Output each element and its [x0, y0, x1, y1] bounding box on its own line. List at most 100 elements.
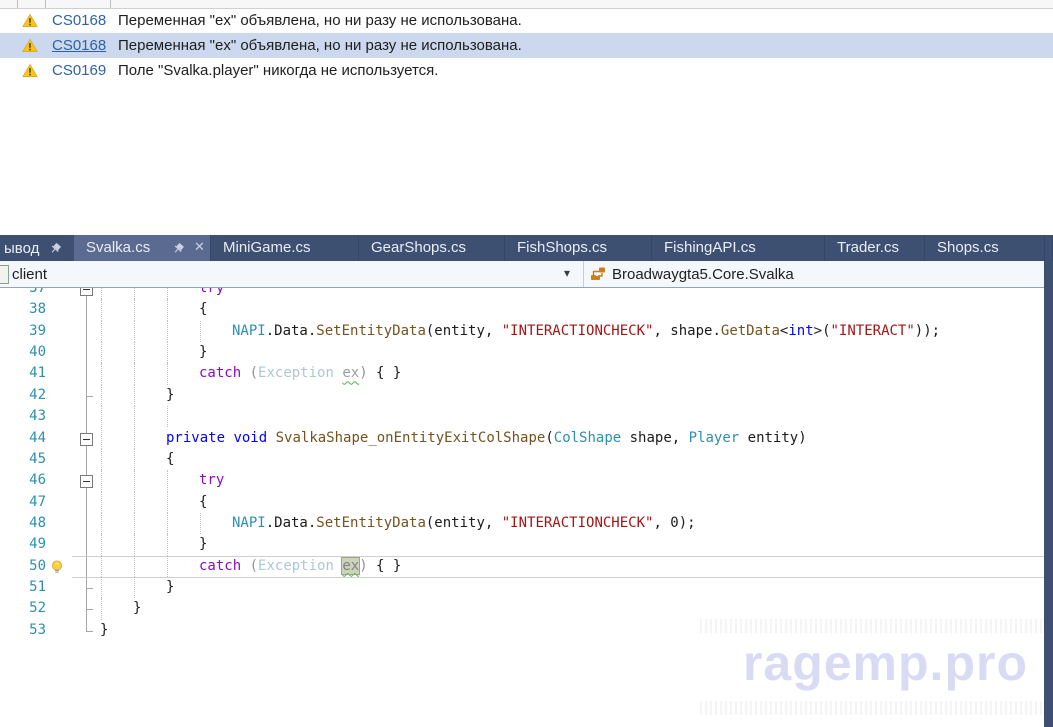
- indent-guide: [167, 299, 168, 320]
- indent-guide: [101, 449, 102, 470]
- indent-guide: [101, 406, 102, 427]
- error-code-link[interactable]: CS0168: [52, 12, 106, 29]
- code-line[interactable]: {: [0, 299, 1044, 320]
- indent-guide: [101, 363, 102, 384]
- indent-guide: [134, 342, 135, 363]
- code-line[interactable]: }: [0, 385, 1044, 406]
- indent-guide: [167, 492, 168, 513]
- tab-label: FishShops.cs: [517, 239, 607, 256]
- document-tab[interactable]: Trader.cs: [825, 235, 925, 261]
- class-icon: [590, 266, 606, 282]
- indent-guide: [134, 449, 135, 470]
- document-tab[interactable]: MiniGame.cs: [211, 235, 359, 261]
- tab-label: MiniGame.cs: [223, 239, 311, 256]
- code-token: try: [199, 288, 224, 296]
- warning-triangle-icon: [22, 63, 38, 78]
- code-token: , shape.: [653, 323, 720, 339]
- code-text: try: [199, 470, 224, 491]
- code-token: "INTERACT": [831, 323, 915, 339]
- code-line[interactable]: catch (Exception ex) { }: [0, 556, 1044, 577]
- tab-label: Shops.cs: [937, 239, 999, 256]
- error-code-link[interactable]: CS0169: [52, 62, 106, 79]
- document-tab[interactable]: FishShops.cs: [505, 235, 652, 261]
- code-token: SvalkaShape_onEntityExitColShape: [276, 430, 546, 446]
- indent-guide: [134, 288, 135, 299]
- indent-guide: [101, 492, 102, 513]
- code-line[interactable]: }: [0, 577, 1044, 598]
- code-line[interactable]: NAPI.Data.SetEntityData(entity, "INTERAC…: [0, 321, 1044, 342]
- error-row[interactable]: CS0169 Поле "Svalka.player" никогда не ис…: [0, 58, 1053, 83]
- code-token: ex: [342, 558, 359, 574]
- indent-guide: [101, 513, 102, 534]
- indent-guide: [101, 534, 102, 555]
- code-line[interactable]: }: [0, 342, 1044, 363]
- document-tab[interactable]: Shops.cs: [925, 235, 1045, 261]
- code-token: private: [166, 430, 225, 446]
- code-line[interactable]: try: [0, 470, 1044, 491]
- code-line[interactable]: {: [0, 449, 1044, 470]
- code-text: }: [199, 342, 207, 363]
- code-token: ex: [342, 365, 359, 381]
- ide-background-strip: [1044, 261, 1053, 727]
- code-line[interactable]: NAPI.Data.SetEntityData(entity, "INTERAC…: [0, 513, 1044, 534]
- code-text: try: [199, 288, 224, 299]
- code-token: ));: [915, 323, 940, 339]
- code-token: }: [166, 579, 174, 595]
- code-line[interactable]: }: [0, 598, 1044, 619]
- code-token: .Data.: [266, 323, 317, 339]
- code-text: catch (Exception ex) { }: [199, 556, 401, 577]
- document-tab[interactable]: GearShops.cs: [359, 235, 505, 261]
- document-tab[interactable]: S: [1045, 235, 1053, 261]
- error-row[interactable]: CS0168Переменная "ex" объявлена, но ни р…: [0, 33, 1053, 58]
- code-line[interactable]: [0, 406, 1044, 427]
- indent-guide: [101, 598, 102, 619]
- code-line[interactable]: private void SvalkaShape_onEntityExitCol…: [0, 428, 1044, 449]
- column-separator: [110, 0, 111, 8]
- project-icon: [0, 265, 9, 284]
- close-icon[interactable]: ✕: [194, 239, 205, 255]
- code-editor[interactable]: ragemp.pro 37try38{39NAPI.Data.SetEntity…: [0, 288, 1044, 727]
- code-text: catch (Exception ex) { }: [199, 363, 401, 384]
- code-line[interactable]: catch (Exception ex) { }: [0, 363, 1044, 384]
- tab-label: GearShops.cs: [371, 239, 466, 256]
- code-token: shape,: [621, 430, 688, 446]
- code-token: NAPI: [232, 323, 266, 339]
- indent-guide: [101, 299, 102, 320]
- code-line[interactable]: try: [0, 288, 1044, 299]
- code-token: }: [199, 344, 207, 360]
- indent-guide: [101, 470, 102, 491]
- code-line[interactable]: }: [0, 620, 1044, 641]
- code-line[interactable]: {: [0, 492, 1044, 513]
- indent-guide: [134, 299, 135, 320]
- code-line[interactable]: }: [0, 534, 1044, 555]
- document-tab[interactable]: Svalka.cs✕: [74, 235, 211, 261]
- error-row[interactable]: CS0168 Переменная "ex" объявлена, но ни р…: [0, 8, 1053, 33]
- chevron-down-icon[interactable]: ▾: [564, 266, 570, 280]
- error-description: Переменная "ex" объявлена, но ни разу не…: [118, 12, 522, 29]
- tab-output-window[interactable]: ывод: [0, 235, 62, 261]
- indent-guide: [134, 363, 135, 384]
- indent-guide: [167, 342, 168, 363]
- code-token: int: [788, 323, 813, 339]
- pin-icon[interactable]: [172, 242, 185, 255]
- project-scope-dropdown[interactable]: client: [12, 266, 47, 283]
- indent-guide: [167, 406, 168, 427]
- indent-guide: [167, 513, 168, 534]
- code-token: , 0);: [653, 515, 695, 531]
- code-text: NAPI.Data.SetEntityData(entity, "INTERAC…: [232, 321, 940, 342]
- code-token: >(: [814, 323, 831, 339]
- code-token: }: [133, 600, 141, 616]
- code-token: ColShape: [554, 430, 621, 446]
- indent-guide: [101, 428, 102, 449]
- pin-icon[interactable]: [49, 242, 62, 255]
- indent-guide: [134, 321, 135, 342]
- code-token: }: [166, 387, 174, 403]
- code-token: (: [250, 558, 258, 574]
- document-tab[interactable]: FishingAPI.cs: [652, 235, 825, 261]
- code-token: {: [199, 301, 207, 317]
- error-code-link[interactable]: CS0168: [52, 37, 106, 54]
- member-dropdown[interactable]: Broadwaygta5.Core.Svalka: [612, 266, 794, 283]
- error-description: Поле "Svalka.player" никогда не использу…: [118, 62, 438, 79]
- indent-guide: [134, 406, 135, 427]
- document-tab-bar: ывод Svalka.cs✕ MiniGame.cs GearShops.cs Fi…: [0, 235, 1053, 261]
